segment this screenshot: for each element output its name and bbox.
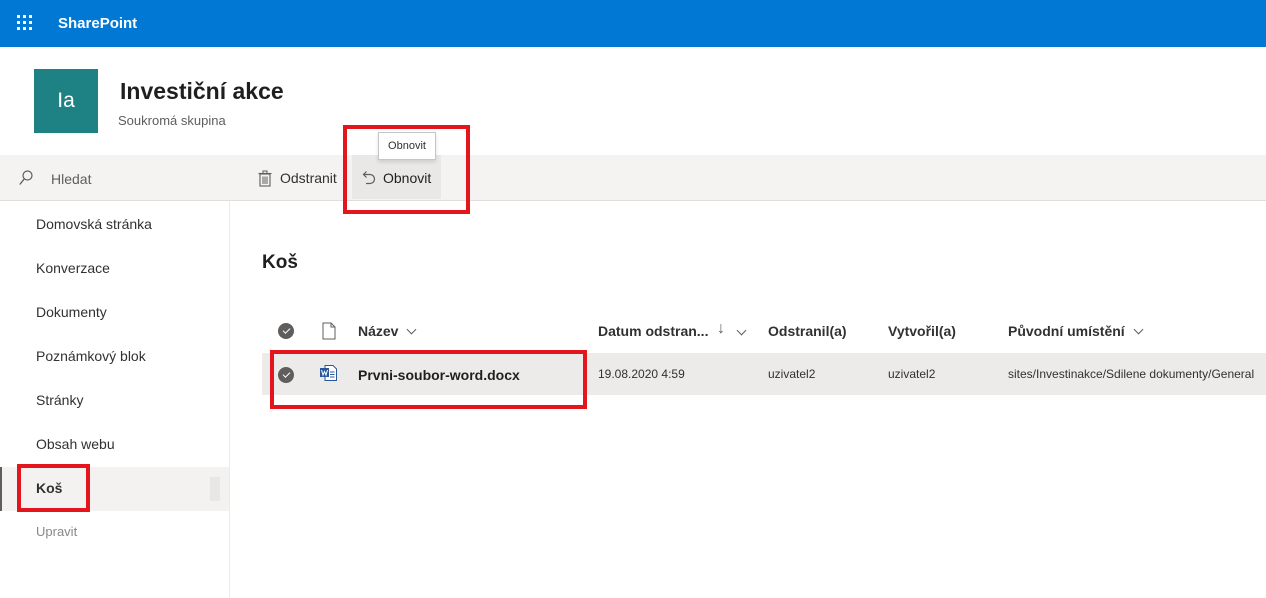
- column-header-deleted-by[interactable]: Odstranil(a): [768, 323, 847, 339]
- search-box[interactable]: Hledat: [0, 155, 232, 201]
- undo-icon: [362, 171, 376, 185]
- column-header-created-by[interactable]: Vytvořil(a): [888, 323, 956, 339]
- created-by: uzivatel2: [888, 367, 936, 381]
- column-header-date-deleted[interactable]: Datum odstran...: [598, 323, 708, 339]
- original-location: sites/Investinakce/Sdilene dokumenty/Gen…: [1008, 367, 1255, 381]
- nav-item-conversations[interactable]: Konverzace: [0, 247, 229, 291]
- site-subtitle: Soukromá skupina: [118, 113, 226, 128]
- select-all-checkbox[interactable]: [278, 323, 294, 339]
- list-header: Název Datum odstran... ↓ Odstranil(a) Vy…: [262, 310, 1266, 352]
- suite-app-name[interactable]: SharePoint: [58, 15, 137, 32]
- nav-item-label: Koš: [36, 480, 63, 496]
- restore-button-label: Obnovit: [383, 170, 432, 186]
- nav-item-pages[interactable]: Stránky: [0, 379, 229, 423]
- left-navigation: Domovská stránka Konverzace Dokumenty Po…: [0, 201, 230, 598]
- chevron-down-icon: [1133, 324, 1144, 335]
- chevron-down-icon[interactable]: [736, 325, 747, 336]
- site-title[interactable]: Investiční akce: [120, 78, 284, 105]
- file-type-icon[interactable]: [322, 322, 336, 340]
- column-header-name-label: Název: [358, 323, 399, 339]
- site-logo[interactable]: Ia: [34, 69, 98, 133]
- search-placeholder: Hledat: [51, 171, 92, 187]
- nav-item-home[interactable]: Domovská stránka: [0, 203, 229, 247]
- delete-button[interactable]: Odstranit: [258, 155, 337, 201]
- sort-descending-icon: ↓: [717, 320, 725, 337]
- column-header-date-label: Datum odstran...: [598, 323, 709, 339]
- page-title: Koš: [262, 252, 298, 273]
- restore-button[interactable]: Obnovit: [352, 155, 441, 199]
- nav-item-label: Dokumenty: [36, 304, 107, 320]
- row-checkbox[interactable]: [278, 367, 294, 383]
- word-document-icon: [320, 365, 337, 381]
- nav-edit-link[interactable]: Upravit: [0, 511, 229, 555]
- trash-icon: [258, 170, 272, 187]
- nav-item-label: Konverzace: [36, 260, 110, 276]
- command-bar: Hledat Odstranit Obnovit: [0, 155, 1266, 201]
- nav-item-label: Domovská stránka: [36, 216, 152, 232]
- nav-item-documents[interactable]: Dokumenty: [0, 291, 229, 335]
- column-header-name[interactable]: Název: [358, 323, 417, 339]
- restore-tooltip: Obnovit: [378, 132, 436, 160]
- search-icon: [19, 170, 33, 185]
- table-row[interactable]: Prvni-soubor-word.docx 19.08.2020 4:59 u…: [262, 353, 1266, 395]
- nav-item-site-contents[interactable]: Obsah webu: [0, 423, 229, 467]
- column-header-created-by-label: Vytvořil(a): [888, 323, 956, 339]
- app-launcher-icon[interactable]: [17, 15, 33, 31]
- nav-item-label: Poznámkový blok: [36, 348, 146, 364]
- date-deleted: 19.08.2020 4:59: [598, 367, 685, 381]
- delete-button-label: Odstranit: [280, 170, 337, 186]
- chevron-down-icon: [407, 324, 417, 335]
- nav-edit-label: Upravit: [36, 524, 78, 539]
- suite-bar: SharePoint: [0, 0, 1266, 47]
- file-name[interactable]: Prvni-soubor-word.docx: [358, 367, 520, 383]
- column-header-location-label: Původní umístění: [1008, 323, 1125, 339]
- site-logo-text: Ia: [57, 89, 75, 112]
- nav-item-recycle-bin[interactable]: Koš: [0, 467, 229, 511]
- nav-item-notebook[interactable]: Poznámkový blok: [0, 335, 229, 379]
- column-header-deleted-by-label: Odstranil(a): [768, 323, 847, 339]
- nav-item-label: Stránky: [36, 392, 84, 408]
- nav-item-label: Obsah webu: [36, 436, 115, 452]
- deleted-by: uzivatel2: [768, 367, 816, 381]
- column-header-original-location[interactable]: Původní umístění: [1008, 323, 1144, 339]
